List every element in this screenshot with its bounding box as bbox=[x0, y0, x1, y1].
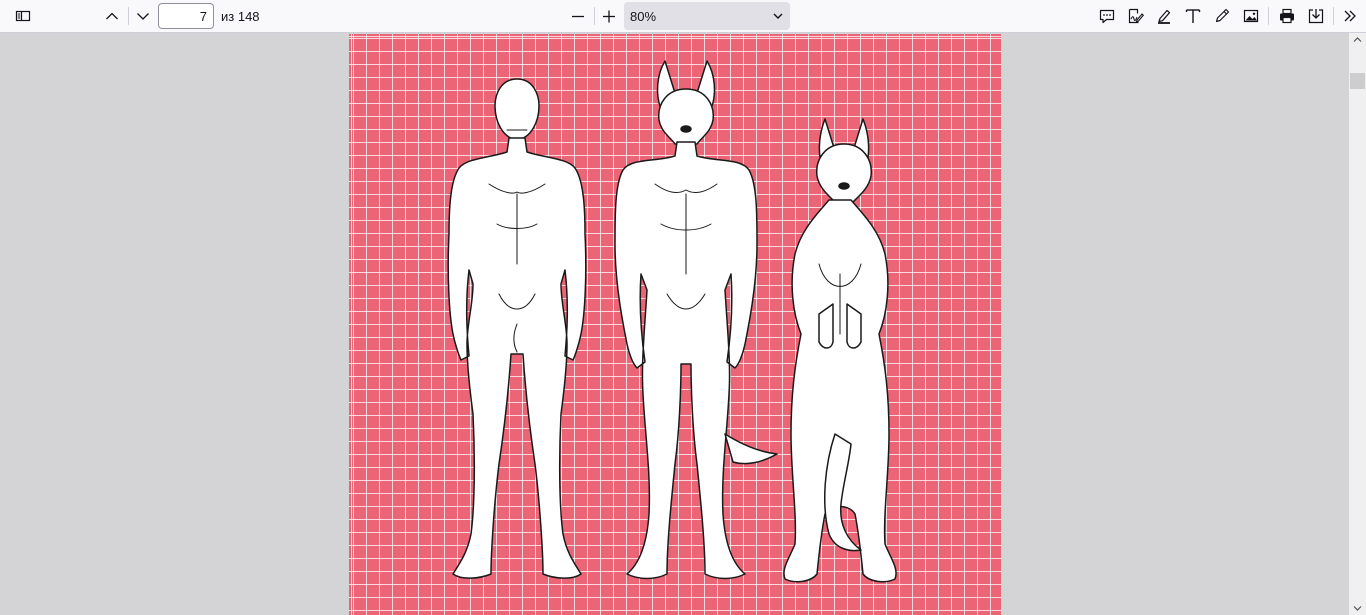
double-chevron-right-icon bbox=[1344, 10, 1356, 22]
page-count-label: из 148 bbox=[221, 9, 260, 24]
signature-button[interactable] bbox=[1121, 2, 1149, 30]
zoom-select[interactable]: 80% bbox=[624, 2, 790, 30]
toolbar-divider bbox=[1268, 7, 1269, 25]
scroll-down-icon[interactable] bbox=[1353, 605, 1362, 612]
pdf-toolbar: из 148 80% bbox=[0, 0, 1366, 33]
zoom-out-button[interactable] bbox=[564, 2, 592, 30]
figure-illustration bbox=[447, 60, 897, 583]
human-figure bbox=[447, 78, 587, 579]
zoom-in-button[interactable] bbox=[595, 2, 623, 30]
highlight-button[interactable] bbox=[1150, 2, 1178, 30]
sidebar-toggle-button[interactable] bbox=[9, 2, 37, 30]
vertical-scrollbar[interactable] bbox=[1349, 33, 1366, 615]
print-button[interactable] bbox=[1273, 2, 1301, 30]
image-icon bbox=[1243, 9, 1259, 23]
pdf-page bbox=[349, 34, 1001, 615]
save-button[interactable] bbox=[1302, 2, 1330, 30]
page-number-input[interactable] bbox=[158, 3, 214, 29]
sidebar-toggle-icon bbox=[15, 10, 31, 22]
more-tools-button[interactable] bbox=[1336, 2, 1364, 30]
draw-button[interactable] bbox=[1208, 2, 1236, 30]
signature-icon bbox=[1128, 8, 1144, 24]
minus-icon bbox=[572, 15, 584, 18]
previous-page-button[interactable] bbox=[98, 2, 126, 30]
text-tool-button[interactable] bbox=[1179, 2, 1207, 30]
scroll-up-icon[interactable] bbox=[1353, 36, 1362, 43]
chevron-down-icon bbox=[137, 13, 149, 20]
plus-icon bbox=[603, 10, 615, 23]
download-icon bbox=[1308, 9, 1324, 24]
highlighter-icon bbox=[1158, 9, 1171, 24]
anthro-canine-figure bbox=[614, 60, 778, 580]
feral-canine-figure bbox=[783, 118, 897, 583]
document-viewer[interactable] bbox=[0, 33, 1349, 615]
comment-button[interactable] bbox=[1093, 2, 1121, 30]
chevron-down-icon bbox=[773, 13, 783, 19]
comment-icon bbox=[1099, 9, 1115, 24]
printer-icon bbox=[1280, 8, 1294, 24]
next-page-button[interactable] bbox=[129, 2, 157, 30]
zoom-value: 80% bbox=[630, 8, 657, 24]
toolbar-divider bbox=[1333, 7, 1334, 25]
pencil-icon bbox=[1215, 8, 1230, 23]
text-icon bbox=[1185, 9, 1201, 23]
chevron-up-icon bbox=[106, 12, 118, 20]
add-image-button[interactable] bbox=[1237, 2, 1265, 30]
scrollbar-thumb[interactable] bbox=[1350, 73, 1365, 89]
